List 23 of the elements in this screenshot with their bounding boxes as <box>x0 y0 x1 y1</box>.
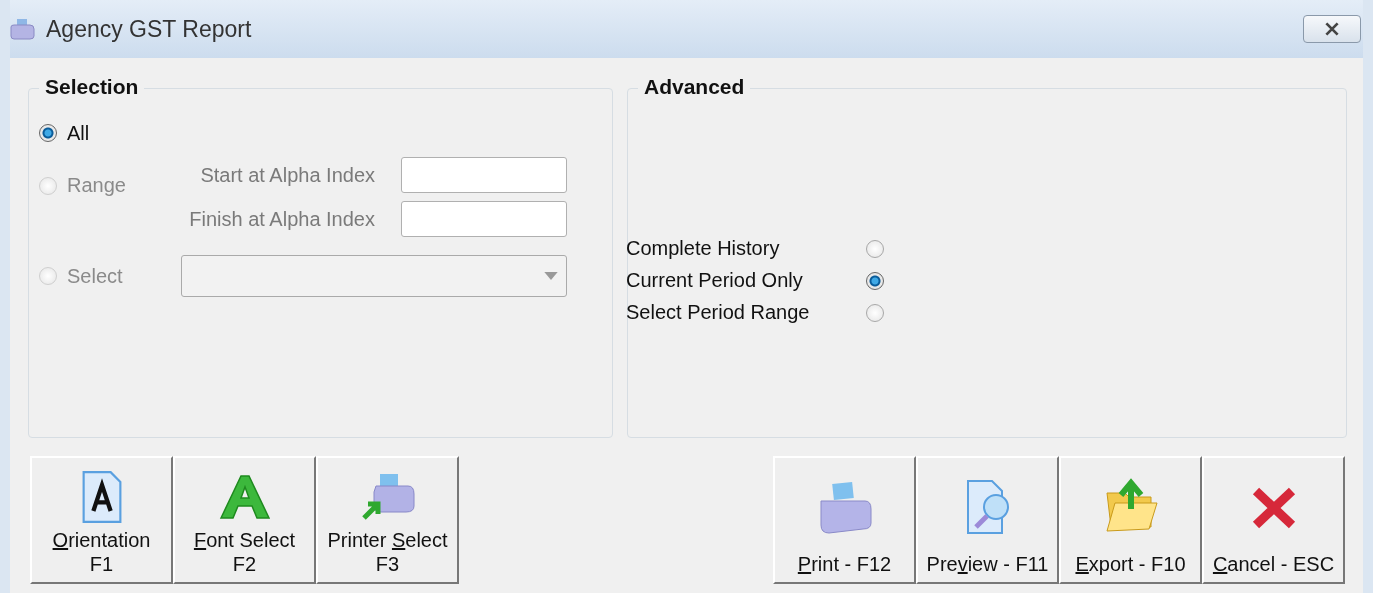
caret-icon <box>544 272 558 280</box>
toolbar-button[interactable]: Printer Select F3 <box>316 456 459 584</box>
radio-option[interactable]: All <box>39 121 179 145</box>
printer-icon <box>10 17 36 41</box>
field-label: Finish at Alpha Index <box>188 207 376 231</box>
option-label: Current Period Only <box>626 269 804 292</box>
input-field[interactable] <box>401 157 567 193</box>
close-icon <box>1323 22 1341 36</box>
input-field[interactable] <box>401 201 567 237</box>
radio-button[interactable] <box>866 271 884 290</box>
radio-button[interactable] <box>866 303 884 322</box>
toolbar-button[interactable]: Font Select F2 <box>173 456 316 584</box>
toolbar-button[interactable]: Preview - F11 <box>916 456 1059 584</box>
option-label: Select Period Range <box>626 301 811 324</box>
toolbar-button[interactable]: Cancel - ESC <box>1202 456 1345 584</box>
window-title: Agency GST Report <box>46 15 253 43</box>
toolbar-button[interactable]: Print - F12 <box>773 456 916 584</box>
field-label: Start at Alpha Index <box>199 163 376 187</box>
option-label: Complete History <box>626 237 781 260</box>
radio-button[interactable] <box>866 239 884 258</box>
toolbar-button[interactable]: Orientation F1 <box>30 456 173 584</box>
toolbar-button[interactable]: Export - F10 <box>1059 456 1202 584</box>
close-button[interactable] <box>1303 15 1361 43</box>
